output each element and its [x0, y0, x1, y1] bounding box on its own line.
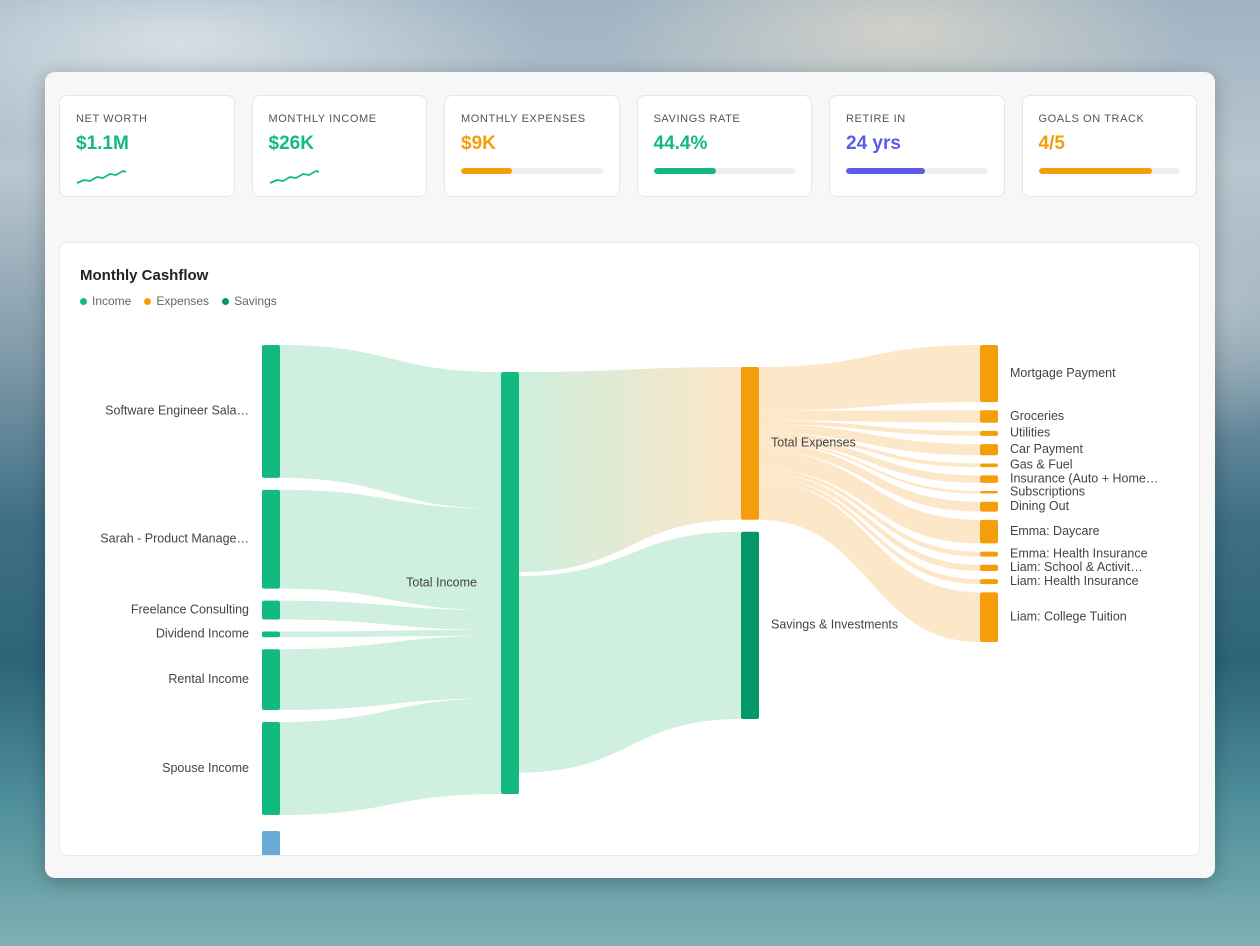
- legend-dot-icon: [144, 297, 152, 305]
- expense-category-label: Utilities: [1010, 426, 1050, 440]
- card-label: SAVINGS RATE: [653, 113, 741, 125]
- expense-category-node: [980, 444, 998, 456]
- progress-fill: [1038, 168, 1152, 174]
- progress-fill: [846, 168, 926, 174]
- legend-dot-icon: [222, 297, 230, 305]
- income-node-label: Spouse Income: [162, 761, 249, 775]
- income-link: [280, 629, 501, 638]
- sparkline-icon: [269, 170, 319, 184]
- expense-category-node: [980, 564, 998, 571]
- progress-fill: [461, 168, 512, 174]
- expense-category-node: [980, 491, 998, 494]
- expense-category-label: Emma: Daycare: [1010, 524, 1100, 538]
- expense-category-label: Gas & Fuel: [1010, 458, 1073, 472]
- progress-track: [653, 168, 795, 174]
- expense-category-node: [980, 475, 998, 483]
- income-link: [280, 345, 501, 509]
- income-node-label: Rental Income: [168, 672, 249, 686]
- income-node: [262, 345, 280, 478]
- expense-category-node: [980, 430, 998, 436]
- sankey-links: [280, 345, 980, 815]
- card-label: MONTHLY INCOME: [268, 113, 377, 125]
- income-node-label: Software Engineer Sala…: [105, 404, 249, 418]
- sparkline-icon: [76, 170, 127, 184]
- expense-category-label: Dining Out: [1010, 499, 1070, 513]
- expense-category-label: Groceries: [1010, 409, 1064, 423]
- income-node: [262, 489, 280, 589]
- expense-category-label: Liam: School & Activit…: [1010, 560, 1143, 574]
- total-income-node: [501, 372, 519, 794]
- legend-item-savings[interactable]: Savings: [222, 294, 277, 308]
- expense-category-label: Car Payment: [1010, 442, 1083, 456]
- income-node: [262, 631, 280, 638]
- progress-track: [846, 168, 988, 174]
- chart-title: Monthly Cashflow: [80, 267, 209, 284]
- expense-category-node: [980, 579, 998, 585]
- card-label: NET WORTH: [76, 113, 148, 125]
- expense-category-node: [980, 463, 998, 468]
- kpi-cards: NET WORTH $1.1M MONTHLY INCOME $26K MONT…: [59, 95, 1197, 197]
- income-node-label: Dividend Income: [156, 627, 249, 641]
- card-value: $1.1M: [76, 133, 129, 154]
- other-income-node: [262, 831, 280, 855]
- card-net-worth[interactable]: NET WORTH $1.1M: [59, 95, 235, 197]
- expense-category-label: Insurance (Auto + Home…: [1010, 471, 1158, 485]
- total-income-label: Total Income: [406, 575, 477, 589]
- card-label: MONTHLY EXPENSES: [461, 113, 586, 125]
- card-monthly-income[interactable]: MONTHLY INCOME $26K: [251, 95, 427, 197]
- expense-category-label: Liam: College Tuition: [1010, 609, 1127, 623]
- expense-category-label: Liam: Health Insurance: [1010, 574, 1139, 588]
- card-value: 4/5: [1038, 133, 1065, 154]
- income-node-label: Sarah - Product Manage…: [100, 532, 249, 546]
- savings-node: [741, 531, 759, 719]
- chart-legend: Income Expenses Savings: [80, 294, 277, 308]
- sankey-chart: Software Engineer Sala… Sarah - Product M…: [100, 345, 1158, 855]
- card-value: 24 yrs: [846, 133, 901, 154]
- income-link: [280, 698, 501, 815]
- expense-category-link: [759, 345, 980, 411]
- income-node: [262, 721, 280, 815]
- income-link: [280, 489, 501, 611]
- total-expenses-node: [741, 367, 759, 520]
- card-savings-rate[interactable]: SAVINGS RATE 44.4%: [636, 95, 812, 197]
- card-goals-on-track[interactable]: GOALS ON TRACK 4/5: [1021, 95, 1197, 197]
- income-node: [262, 649, 280, 710]
- expense-category-node: [980, 501, 998, 512]
- savings-label: Savings & Investments: [771, 618, 898, 632]
- card-label: GOALS ON TRACK: [1038, 113, 1145, 125]
- expense-category-label: Mortgage Payment: [1010, 366, 1116, 380]
- expense-category-node: [980, 592, 998, 642]
- legend-label: Income: [92, 294, 132, 308]
- card-value: $26K: [268, 133, 314, 154]
- expense-category-label: Subscriptions: [1010, 485, 1085, 499]
- legend-item-expenses[interactable]: Expenses: [144, 294, 209, 308]
- expense-category-node: [980, 519, 998, 544]
- expense-category-node: [980, 345, 998, 403]
- progress-fill: [653, 168, 717, 174]
- income-link: [280, 635, 501, 710]
- legend-label: Expenses: [156, 294, 210, 308]
- income-node-label: Freelance Consulting: [131, 602, 249, 616]
- expense-category-node: [980, 410, 998, 423]
- expense-category-label: Emma: Health Insurance: [1010, 546, 1148, 560]
- card-label: RETIRE IN: [846, 113, 906, 125]
- legend-dot-icon: [80, 297, 87, 305]
- legend-label: Savings: [234, 294, 277, 308]
- monthly-cashflow-chart: Software Engineer Sala… Sarah - Product M…: [59, 242, 1200, 856]
- total-expenses-label: Total Expenses: [771, 436, 856, 450]
- progress-track: [1038, 168, 1180, 174]
- card-value: $9K: [461, 133, 496, 154]
- legend-item-income[interactable]: Income: [80, 294, 131, 308]
- expense-category-node: [980, 551, 998, 557]
- progress-track: [461, 168, 603, 174]
- income-node: [262, 600, 280, 620]
- card-monthly-expenses[interactable]: MONTHLY EXPENSES $9K: [444, 95, 620, 197]
- card-retire-in[interactable]: RETIRE IN 24 yrs: [829, 95, 1005, 197]
- card-value: 44.4%: [653, 133, 708, 154]
